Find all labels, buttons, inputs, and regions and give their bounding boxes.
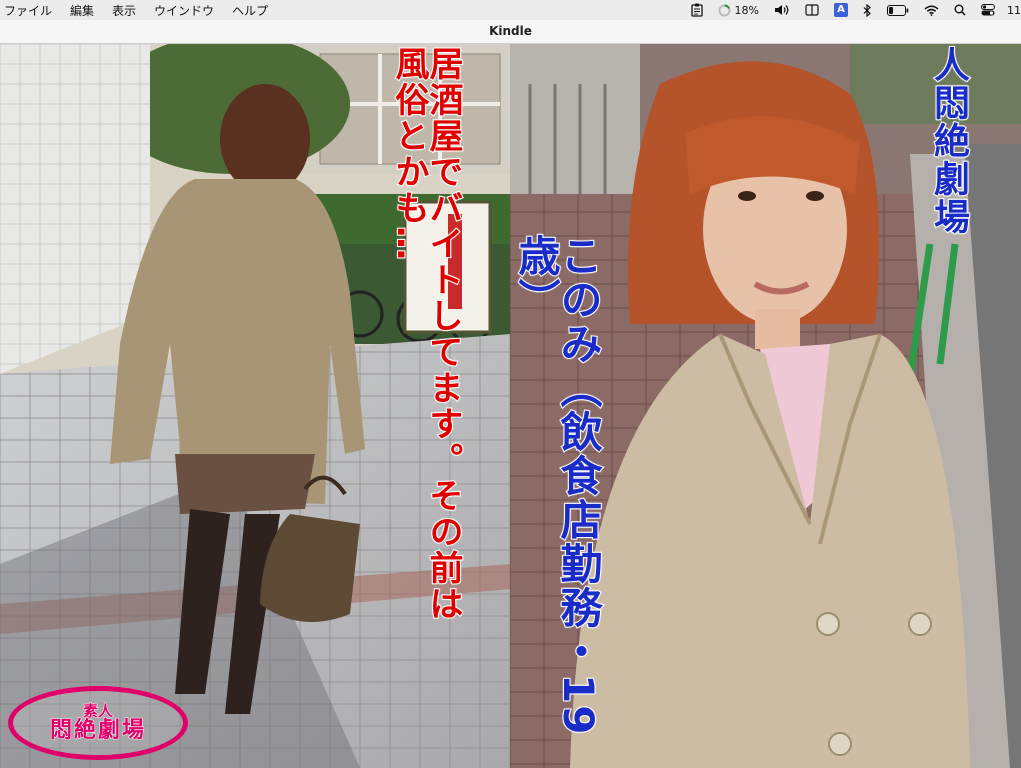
menu-window[interactable]: ウインドウ	[154, 2, 214, 19]
battery-icon[interactable]	[887, 4, 909, 16]
wifi-icon[interactable]	[924, 5, 939, 16]
left-page-logo: 素人 悶絶劇場	[8, 686, 188, 760]
menu-bar: ファイル 編集 表示 ウインドウ ヘルプ 18% A 11	[0, 0, 1021, 20]
logo-line-2: 悶絶劇場	[49, 718, 146, 743]
right-page-series-title: 人悶絶劇場	[927, 45, 970, 237]
menu-view[interactable]: 表示	[112, 2, 136, 19]
menu-help[interactable]: ヘルプ	[232, 2, 268, 19]
right-page-caption: このみ（飲食店勤務・19歳）	[511, 233, 604, 737]
input-method-icon[interactable]: A	[834, 3, 848, 17]
book-page-right: 人悶絶劇場 このみ（飲食店勤務・19歳）	[510, 44, 1021, 768]
window-title: Kindle	[489, 24, 532, 38]
clock[interactable]: 11	[1007, 4, 1021, 17]
left-page-caption: 居酒屋でバイトしてます。その前は風俗とかも…	[388, 45, 464, 623]
display-mirror-icon[interactable]	[805, 4, 819, 16]
battery-ring-icon	[718, 4, 731, 16]
battery-percent: 18%	[734, 3, 759, 17]
control-center-icon[interactable]	[981, 4, 995, 16]
window-title-bar: Kindle	[0, 20, 1021, 44]
battery-status[interactable]: 18%	[718, 4, 759, 17]
bluetooth-icon[interactable]	[863, 3, 872, 17]
menu-file[interactable]: ファイル	[4, 2, 52, 19]
search-icon[interactable]	[954, 4, 966, 16]
kindle-reader-view[interactable]: 居酒屋でバイトしてます。その前は風俗とかも… 素人 悶絶劇場 人悶絶劇場 このみ…	[0, 44, 1021, 768]
logo-line-1: 素人	[82, 702, 113, 720]
status-area: 18% A 11	[676, 0, 1021, 20]
clipboard-icon[interactable]	[690, 3, 703, 17]
volume-icon[interactable]	[774, 4, 790, 16]
book-page-left: 居酒屋でバイトしてます。その前は風俗とかも… 素人 悶絶劇場	[0, 44, 510, 768]
menu-edit[interactable]: 編集	[70, 2, 94, 19]
